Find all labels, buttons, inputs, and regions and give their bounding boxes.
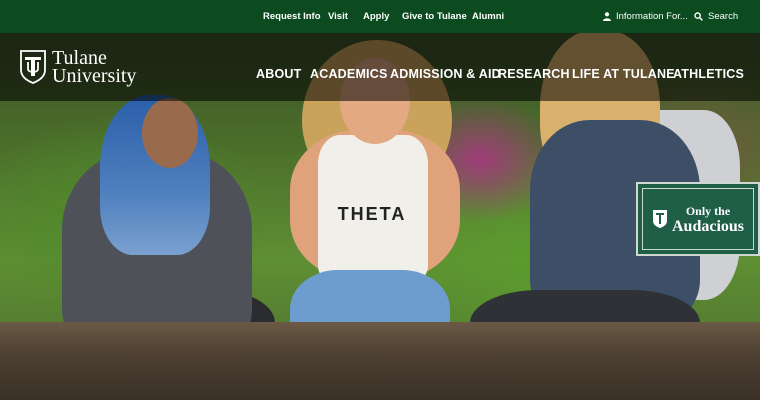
search-label: Search (708, 11, 739, 22)
utility-bar: Request Info Visit Apply Give to Tulane … (0, 0, 760, 33)
badge-line-1: Only the (685, 204, 731, 218)
user-icon (603, 12, 611, 21)
logo-line-2: University (52, 65, 137, 87)
alumni-link[interactable]: Alumni (472, 0, 504, 33)
badge-frame: Only the Audacious (642, 188, 754, 250)
tulane-logo-link[interactable]: Tulane University (20, 45, 136, 89)
bench (0, 322, 760, 400)
student-left-face (142, 98, 198, 168)
request-info-link[interactable]: Request Info (263, 0, 321, 33)
tulane-shield-icon (20, 50, 46, 84)
shirt-text: THETA (337, 204, 407, 224)
information-for-label: Information For... (616, 11, 688, 22)
nav-research[interactable]: RESEARCH (498, 66, 570, 82)
nav-life-at-tulane[interactable]: LIFE AT TULANE (572, 66, 675, 82)
tulane-shield-icon-small (652, 210, 667, 228)
nav-admission-aid[interactable]: ADMISSION & AID (390, 66, 501, 82)
badge-text: Only the Audacious (671, 204, 745, 235)
nav-about[interactable]: ABOUT (256, 66, 301, 82)
nav-academics[interactable]: ACADEMICS (310, 66, 388, 82)
apply-link[interactable]: Apply (363, 0, 389, 33)
nav-athletics[interactable]: ATHLETICS (673, 66, 744, 82)
visit-link[interactable]: Visit (328, 0, 348, 33)
badge-line-2: Audacious (671, 218, 745, 235)
give-to-tulane-link[interactable]: Give to Tulane (402, 0, 467, 33)
logo-wordmark: Tulane University (52, 48, 137, 87)
main-navigation: Tulane University ABOUT ACADEMICS ADMISS… (0, 33, 760, 101)
search-icon (694, 12, 703, 21)
only-the-audacious-badge[interactable]: Only the Audacious (636, 182, 760, 256)
search-button[interactable]: Search (694, 0, 738, 33)
information-for-menu[interactable]: Information For... (603, 0, 688, 33)
